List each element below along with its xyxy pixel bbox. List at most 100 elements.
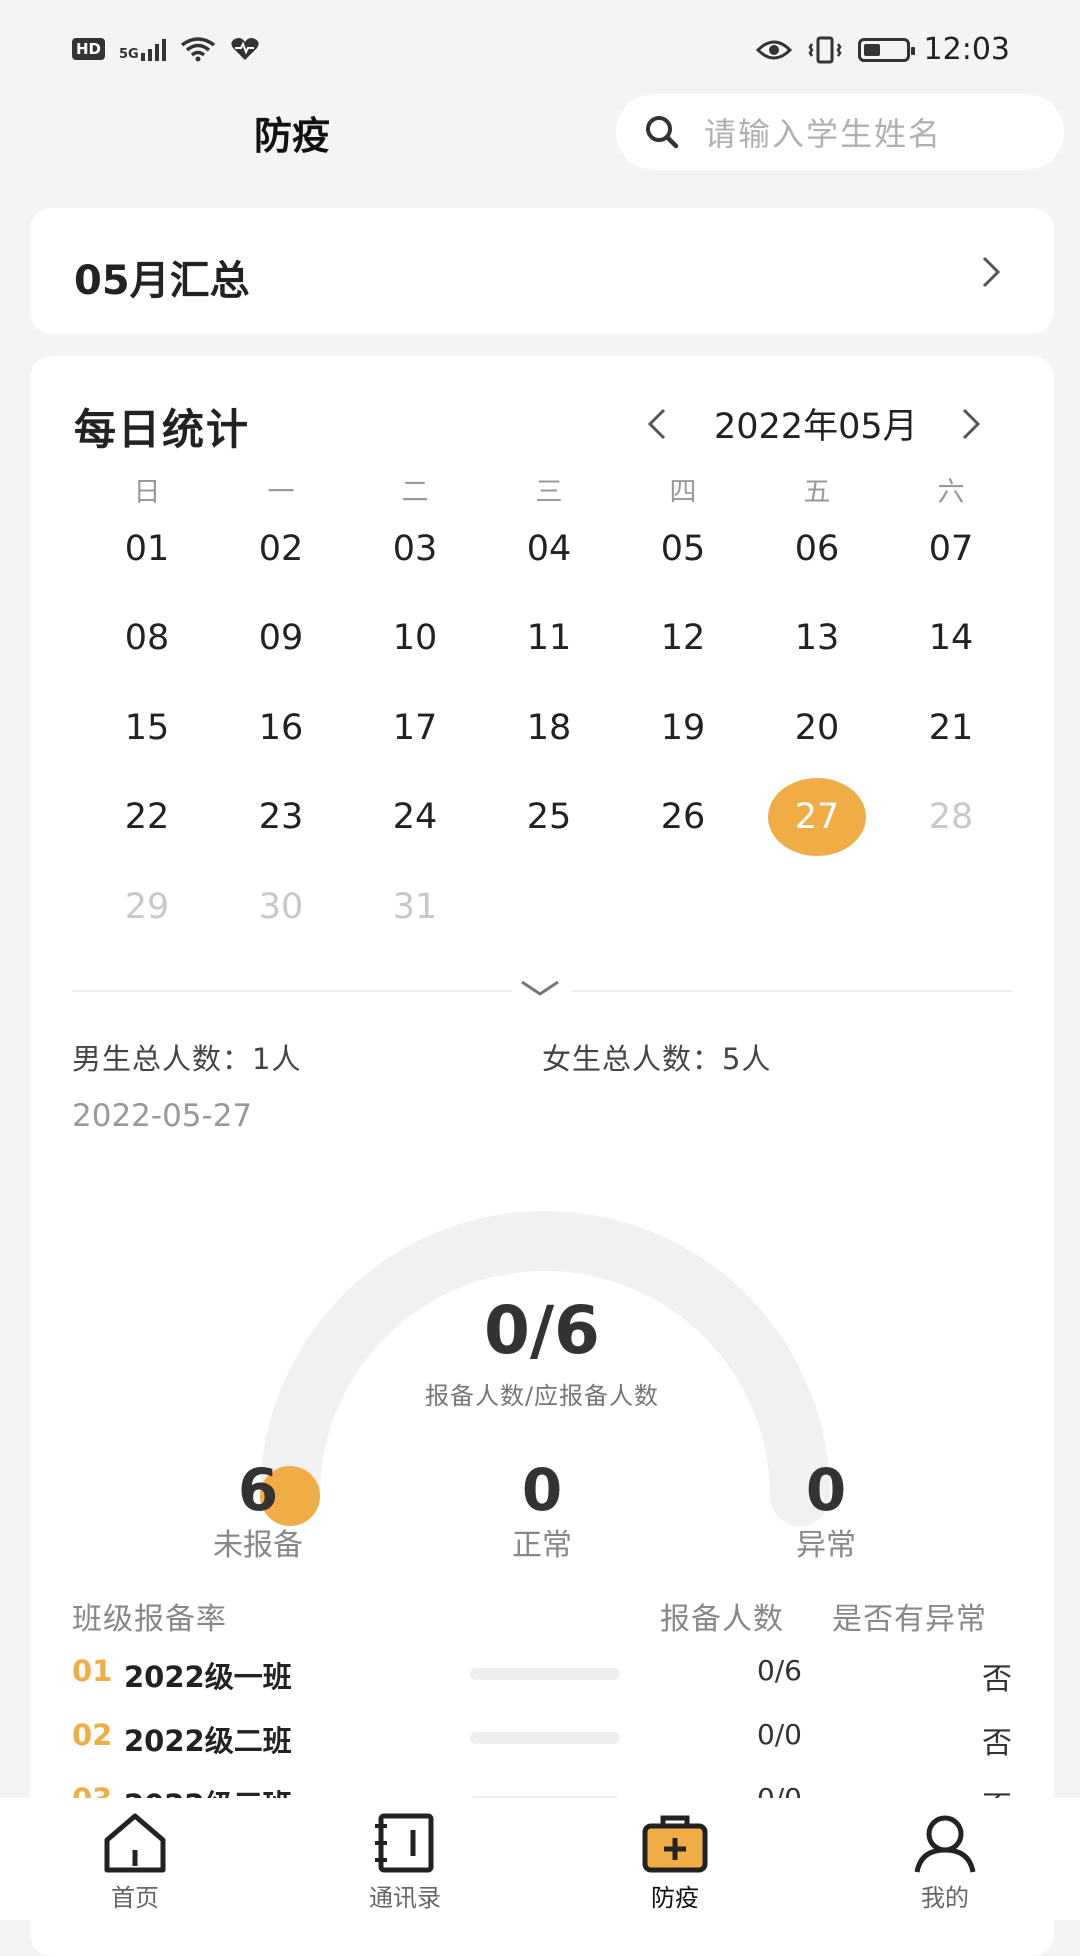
home-icon bbox=[104, 1813, 166, 1873]
daily-statistics-card: 每日统计 2022年05月 日一二三四五六 01 02 03 04 05 06 07 08 09… bbox=[30, 356, 1054, 1956]
nav-item-home[interactable]: 首页 bbox=[55, 1810, 215, 1913]
search-placeholder: 请输入学生姓名 bbox=[704, 115, 943, 153]
class-report-count: 0/6 bbox=[756, 1654, 802, 1687]
class-rate-bar bbox=[470, 1732, 620, 1744]
calendar-grid: 01 02 03 04 05 06 07 08 09 10 11 12 13 14 15 16 17 18 19 20… bbox=[80, 504, 1018, 952]
divider-left bbox=[72, 990, 512, 992]
prev-month-button[interactable] bbox=[640, 404, 674, 444]
medical-kit-icon bbox=[642, 1815, 708, 1873]
calendar-day[interactable]: 14 bbox=[884, 594, 1018, 684]
vibrate-icon bbox=[808, 36, 842, 63]
nav-item-mine[interactable]: 我的 bbox=[865, 1810, 1025, 1913]
user-icon bbox=[914, 1815, 976, 1873]
calendar-day[interactable]: 12 bbox=[616, 594, 750, 684]
calendar-day-selected[interactable]: 27 bbox=[750, 773, 884, 863]
calendar-day[interactable]: 15 bbox=[80, 683, 214, 773]
month-navigator: 2022年05月 bbox=[640, 398, 988, 449]
normal-count: 0 正常 bbox=[442, 1456, 642, 1564]
class-name: 2022级二班 bbox=[124, 1724, 292, 1758]
calendar-day[interactable]: 07 bbox=[884, 504, 1018, 594]
class-rate-bar bbox=[470, 1668, 620, 1680]
normal-count-label: 正常 bbox=[512, 1528, 572, 1563]
class-index: 01 bbox=[72, 1654, 113, 1688]
male-total: 男生总人数：1人 bbox=[72, 1042, 302, 1076]
report-count-header: 报备人数 bbox=[660, 1602, 784, 1637]
wifi-icon bbox=[180, 37, 215, 62]
eye-icon bbox=[755, 40, 792, 59]
nav-item-epidemic[interactable]: 防疫 bbox=[595, 1810, 755, 1913]
divider-right bbox=[572, 990, 1012, 992]
calendar-day[interactable]: 21 bbox=[884, 683, 1018, 773]
calendar-day[interactable]: 08 bbox=[80, 594, 214, 684]
calendar-day[interactable]: 20 bbox=[750, 683, 884, 773]
abnormal-count: 0 异常 bbox=[726, 1456, 926, 1564]
calendar-day[interactable]: 02 bbox=[214, 504, 348, 594]
class-row[interactable]: 02 2022级二班 0/0 否 bbox=[30, 1718, 1054, 1772]
class-index: 02 bbox=[72, 1718, 113, 1752]
unreported-count: 6 未报备 bbox=[158, 1456, 358, 1564]
calendar-day[interactable]: 05 bbox=[616, 504, 750, 594]
class-rate-header: 班级报备率 bbox=[72, 1602, 227, 1637]
calendar-day: 30 bbox=[258, 886, 304, 927]
cellular-signal-icon: 5G bbox=[119, 37, 166, 61]
abnormal-header: 是否有异常 bbox=[832, 1602, 987, 1637]
network-type-label: 5G bbox=[119, 47, 139, 62]
class-abnormal: 否 bbox=[982, 1726, 1012, 1761]
calendar-day[interactable]: 06 bbox=[750, 504, 884, 594]
calendar-day[interactable]: 24 bbox=[348, 773, 482, 863]
abnormal-count-label: 异常 bbox=[796, 1528, 856, 1563]
status-time: 12:03 bbox=[923, 32, 1010, 67]
nav-item-contacts[interactable]: 通讯录 bbox=[325, 1810, 485, 1913]
calendar-day: 28 bbox=[928, 797, 974, 838]
calendar-day[interactable]: 11 bbox=[482, 594, 616, 684]
page-title: 防疫 bbox=[254, 114, 331, 158]
calendar-day: 29 bbox=[124, 886, 170, 927]
unreported-count-value: 6 bbox=[237, 1456, 279, 1524]
unreported-count-label: 未报备 bbox=[213, 1528, 303, 1563]
search-icon bbox=[646, 116, 679, 149]
contacts-icon bbox=[375, 1813, 434, 1873]
hd-badge: HD bbox=[72, 38, 106, 60]
calendar-day[interactable]: 25 bbox=[482, 773, 616, 863]
selected-day-label: 27 bbox=[768, 778, 866, 857]
nav-label-mine: 我的 bbox=[921, 1884, 969, 1912]
class-report-count: 0/0 bbox=[756, 1718, 802, 1751]
female-total: 女生总人数：5人 bbox=[542, 1042, 772, 1076]
search-input[interactable]: 请输入学生姓名 bbox=[616, 94, 1064, 170]
battery-icon bbox=[857, 37, 915, 62]
calendar-day[interactable]: 17 bbox=[348, 683, 482, 773]
calendar-day[interactable]: 13 bbox=[750, 594, 884, 684]
calendar-day[interactable]: 09 bbox=[214, 594, 348, 684]
class-abnormal: 否 bbox=[982, 1662, 1012, 1697]
chevron-down-icon[interactable] bbox=[518, 976, 562, 1002]
monthly-summary-title: 05月汇总 bbox=[74, 258, 250, 304]
selected-date: 2022-05-27 bbox=[72, 1098, 253, 1134]
abnormal-count-value: 0 bbox=[805, 1456, 847, 1524]
normal-count-value: 0 bbox=[521, 1456, 563, 1524]
nav-label-epidemic: 防疫 bbox=[651, 1884, 699, 1912]
calendar-day[interactable]: 19 bbox=[616, 683, 750, 773]
calendar-day[interactable]: 01 bbox=[80, 504, 214, 594]
calendar-day[interactable]: 04 bbox=[482, 504, 616, 594]
calendar-day[interactable]: 16 bbox=[214, 683, 348, 773]
chevron-right-icon bbox=[982, 256, 1001, 288]
heart-health-icon bbox=[231, 38, 259, 60]
calendar-day[interactable]: 23 bbox=[214, 773, 348, 863]
calendar-day: 31 bbox=[392, 886, 438, 927]
gauge-caption: 报备人数/应报备人数 bbox=[424, 1382, 660, 1410]
class-row[interactable]: 01 2022级一班 0/6 否 bbox=[30, 1654, 1054, 1708]
monthly-summary-card[interactable]: 05月汇总 bbox=[30, 208, 1054, 334]
nav-label-contacts: 通讯录 bbox=[369, 1884, 441, 1912]
nav-label-home: 首页 bbox=[111, 1884, 159, 1912]
month-label: 2022年05月 bbox=[714, 407, 918, 447]
gauge-value: 0/6 bbox=[484, 1292, 600, 1369]
daily-statistics-title: 每日统计 bbox=[74, 405, 251, 454]
calendar-day[interactable]: 03 bbox=[348, 504, 482, 594]
calendar-day[interactable]: 10 bbox=[348, 594, 482, 684]
calendar-day[interactable]: 26 bbox=[616, 773, 750, 863]
class-name: 2022级一班 bbox=[124, 1660, 292, 1694]
bottom-nav: 首页 通讯录 防疫 我的 bbox=[0, 1798, 1080, 1920]
calendar-day[interactable]: 18 bbox=[482, 683, 616, 773]
next-month-button[interactable] bbox=[954, 404, 988, 444]
calendar-day[interactable]: 22 bbox=[80, 773, 214, 863]
